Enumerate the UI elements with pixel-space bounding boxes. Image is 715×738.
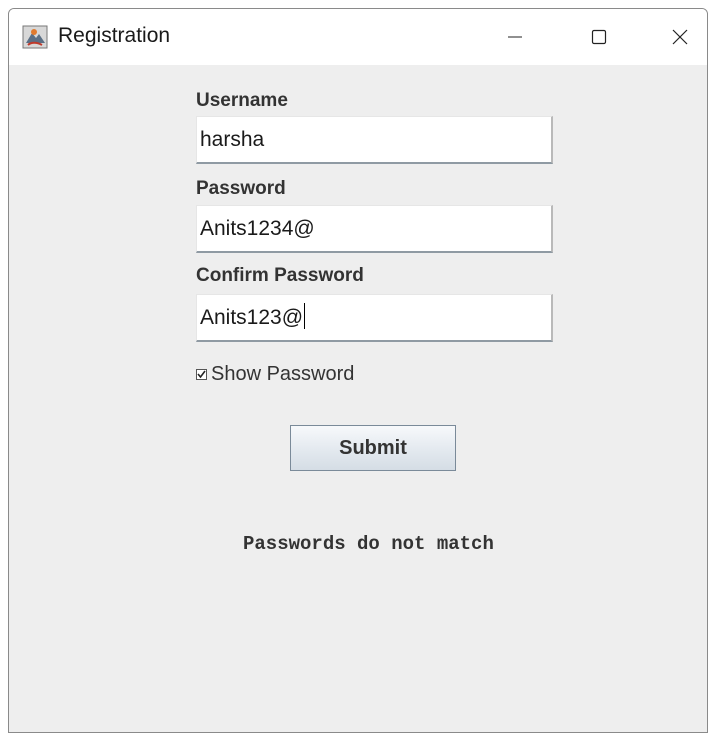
show-password-label: Show Password: [211, 363, 355, 385]
status-message: Passwords do not match: [243, 533, 494, 555]
minimize-button[interactable]: [483, 9, 547, 65]
close-button[interactable]: [651, 9, 707, 65]
close-icon: [672, 29, 688, 45]
title-bar[interactable]: Registration: [9, 9, 707, 65]
password-value: Anits1234@: [200, 217, 315, 240]
maximize-button[interactable]: [567, 9, 631, 65]
window-title: Registration: [58, 24, 171, 47]
show-password-checkbox[interactable]: [196, 369, 207, 380]
maximize-icon: [591, 29, 607, 45]
username-field[interactable]: harsha: [196, 116, 553, 164]
minimize-icon: [508, 36, 522, 38]
registration-window: Registration Username harsha Password An…: [8, 8, 708, 733]
text-caret: [304, 303, 306, 330]
password-field[interactable]: Anits1234@: [196, 205, 553, 253]
username-value: harsha: [200, 128, 265, 151]
password-label: Password: [196, 178, 286, 199]
java-app-icon: [22, 25, 48, 49]
confirm-password-label: Confirm Password: [196, 265, 364, 286]
confirm-password-value: Anits123@: [200, 306, 304, 329]
confirm-password-field[interactable]: Anits123@: [196, 294, 553, 342]
username-label: Username: [196, 90, 288, 111]
show-password-toggle[interactable]: Show Password: [196, 363, 354, 386]
submit-button[interactable]: Submit: [290, 425, 456, 471]
checkmark-icon: [197, 370, 206, 379]
